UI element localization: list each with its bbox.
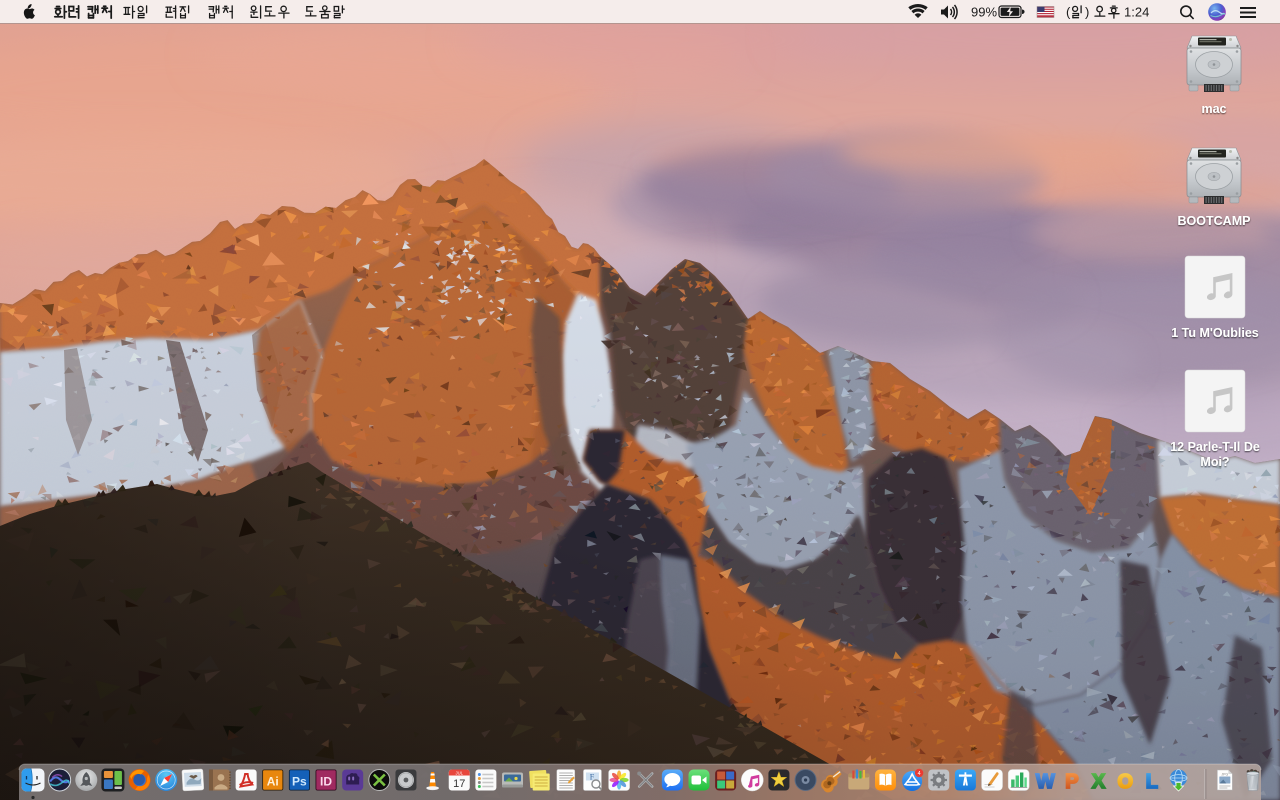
svg-text:ID: ID: [320, 775, 332, 789]
svg-text:(: (: [1066, 5, 1071, 20]
svg-text:): ): [1085, 5, 1089, 20]
svg-text:mac: mac: [1201, 102, 1226, 116]
svg-text:1 Tu M'Oublies: 1 Tu M'Oublies: [1171, 326, 1259, 340]
svg-text:P: P: [1065, 771, 1078, 793]
svg-text:Ps: Ps: [292, 775, 307, 789]
svg-text:JPG: JPG: [1221, 773, 1228, 777]
svg-text:12 Parle-T-Il De: 12 Parle-T-Il De: [1170, 440, 1260, 454]
svg-text:L: L: [1146, 771, 1158, 793]
svg-text:4: 4: [918, 771, 921, 777]
svg-text:99%: 99%: [971, 5, 997, 20]
svg-text:Moi?: Moi?: [1200, 455, 1229, 469]
svg-text:O: O: [1117, 771, 1133, 793]
svg-text:1:24: 1:24: [1124, 5, 1149, 20]
svg-text:17: 17: [453, 778, 465, 790]
svg-text:Ai: Ai: [267, 775, 279, 789]
svg-text:X: X: [1092, 771, 1106, 793]
svg-text:BOOTCAMP: BOOTCAMP: [1178, 214, 1251, 228]
svg-text:W: W: [1036, 771, 1055, 793]
svg-text:JUL: JUL: [456, 770, 464, 775]
